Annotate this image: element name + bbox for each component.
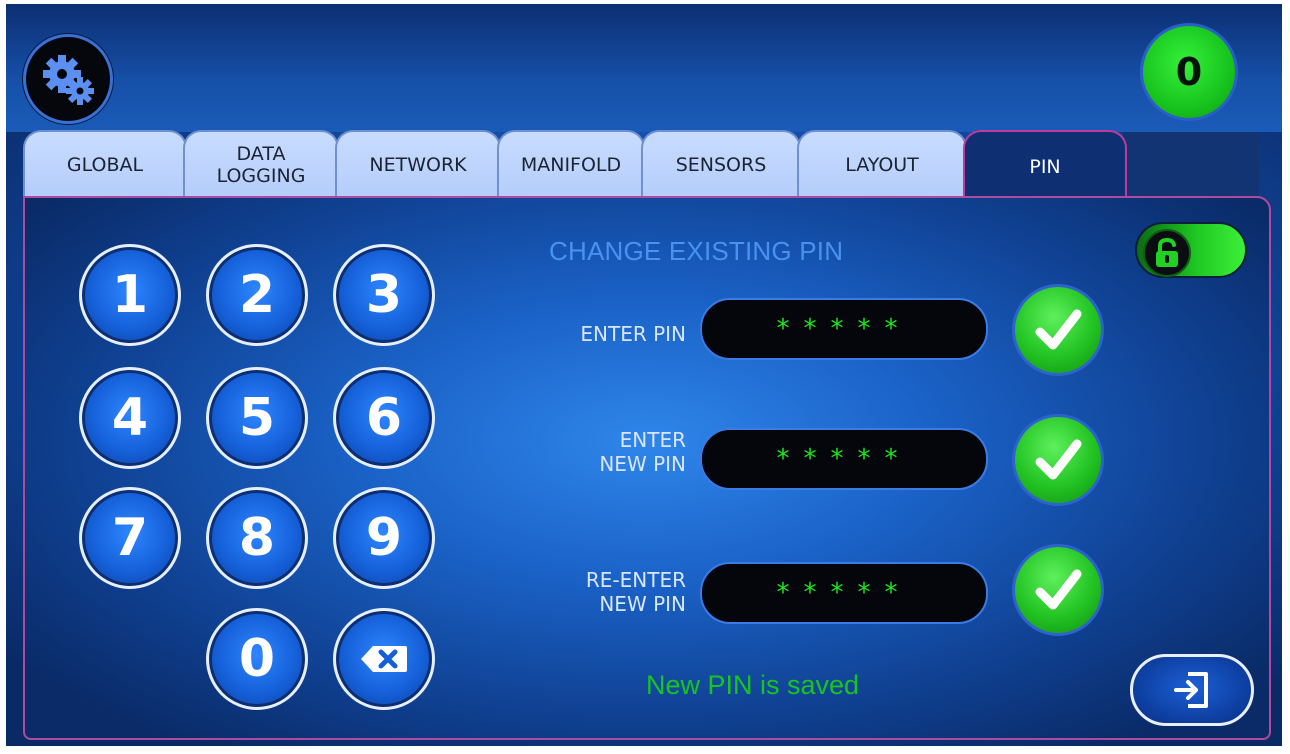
keypad-key-6[interactable]: 6 <box>333 367 435 469</box>
unlocked-padlock-icon <box>1156 238 1178 267</box>
tab-global[interactable]: GLOBAL <box>23 130 187 198</box>
pin-mask: ***** <box>776 578 912 608</box>
keypad-key-4[interactable]: 4 <box>79 367 181 469</box>
backspace-icon <box>361 646 407 672</box>
keypad-key-9[interactable]: 9 <box>333 487 435 589</box>
gears-icon <box>43 55 94 105</box>
keypad-backspace-button[interactable] <box>333 608 435 710</box>
counter-value: 0 <box>1175 50 1203 94</box>
keypad-key-7[interactable]: 7 <box>79 487 181 589</box>
tab-network[interactable]: NETWORK <box>335 130 501 198</box>
keypad-key-8[interactable]: 8 <box>206 487 308 589</box>
tab-label: PIN <box>1029 156 1061 178</box>
keypad-key-3[interactable]: 3 <box>333 244 435 346</box>
tab-manifold[interactable]: MANIFOLD <box>497 130 645 198</box>
top-bar <box>6 4 1282 132</box>
re-enter-pin-confirm-button[interactable] <box>1012 544 1104 636</box>
new-pin-field[interactable]: ***** <box>700 428 988 490</box>
key-label: 0 <box>238 629 276 689</box>
key-label: 8 <box>238 508 276 568</box>
key-label: 2 <box>238 265 276 325</box>
keypad-key-5[interactable]: 5 <box>206 367 308 469</box>
tab-pin[interactable]: PIN <box>963 130 1127 202</box>
tab-bar-filler <box>1123 132 1259 198</box>
tab-data-logging[interactable]: DATA LOGGING <box>183 130 339 198</box>
key-label: 5 <box>238 388 276 448</box>
key-label: 1 <box>111 265 149 325</box>
pin-mask: ***** <box>776 314 912 344</box>
key-label: 6 <box>365 388 403 448</box>
label-line: RE-ENTER <box>585 568 686 592</box>
label-line: ENTER PIN <box>580 322 686 346</box>
enter-pin-confirm-button[interactable] <box>1012 284 1104 376</box>
tab-label: DATA LOGGING <box>216 143 306 187</box>
label-line: ENTER <box>619 428 686 452</box>
key-label: 7 <box>111 508 149 568</box>
exit-button[interactable] <box>1130 654 1254 726</box>
checkmark-icon <box>1035 309 1082 350</box>
keypad-key-0[interactable]: 0 <box>206 608 308 710</box>
checkmark-icon <box>1035 569 1082 610</box>
counter-badge[interactable]: 0 <box>1140 23 1238 121</box>
exit-icon <box>1174 672 1208 708</box>
pin-mask: ***** <box>776 444 912 474</box>
lock-toggle[interactable] <box>1135 222 1247 278</box>
tab-label: LAYOUT <box>845 154 919 176</box>
label-line: NEW PIN <box>599 452 686 476</box>
new-pin-confirm-button[interactable] <box>1012 414 1104 506</box>
tab-label: GLOBAL <box>66 154 144 176</box>
re-enter-pin-field[interactable]: ***** <box>700 562 988 624</box>
tab-layout[interactable]: LAYOUT <box>797 130 967 198</box>
keypad-key-1[interactable]: 1 <box>79 244 181 346</box>
key-label: 9 <box>365 508 403 568</box>
label-line: NEW PIN <box>599 592 686 616</box>
tab-label: SENSORS <box>675 154 767 176</box>
keypad-key-2[interactable]: 2 <box>206 244 308 346</box>
checkmark-icon <box>1035 439 1082 480</box>
settings-button[interactable] <box>23 34 113 124</box>
key-label: 3 <box>365 265 403 325</box>
enter-pin-label: ENTER PIN <box>526 322 686 346</box>
toggle-knob <box>1143 229 1191 277</box>
app-screen: 0 GLOBAL DATA LOGGING NETWORK MANIFOLD S… <box>6 4 1282 746</box>
key-label: 4 <box>111 388 149 448</box>
tab-sensors[interactable]: SENSORS <box>641 130 801 198</box>
re-enter-new-pin-label: RE-ENTER NEW PIN <box>526 568 686 616</box>
tab-label: MANIFOLD <box>520 154 622 176</box>
enter-pin-field[interactable]: ***** <box>700 298 988 360</box>
enter-new-pin-label: ENTER NEW PIN <box>526 428 686 476</box>
status-message: New PIN is saved <box>646 670 860 700</box>
form-title: CHANGE EXISTING PIN <box>549 236 844 266</box>
tab-label: NETWORK <box>369 154 467 176</box>
